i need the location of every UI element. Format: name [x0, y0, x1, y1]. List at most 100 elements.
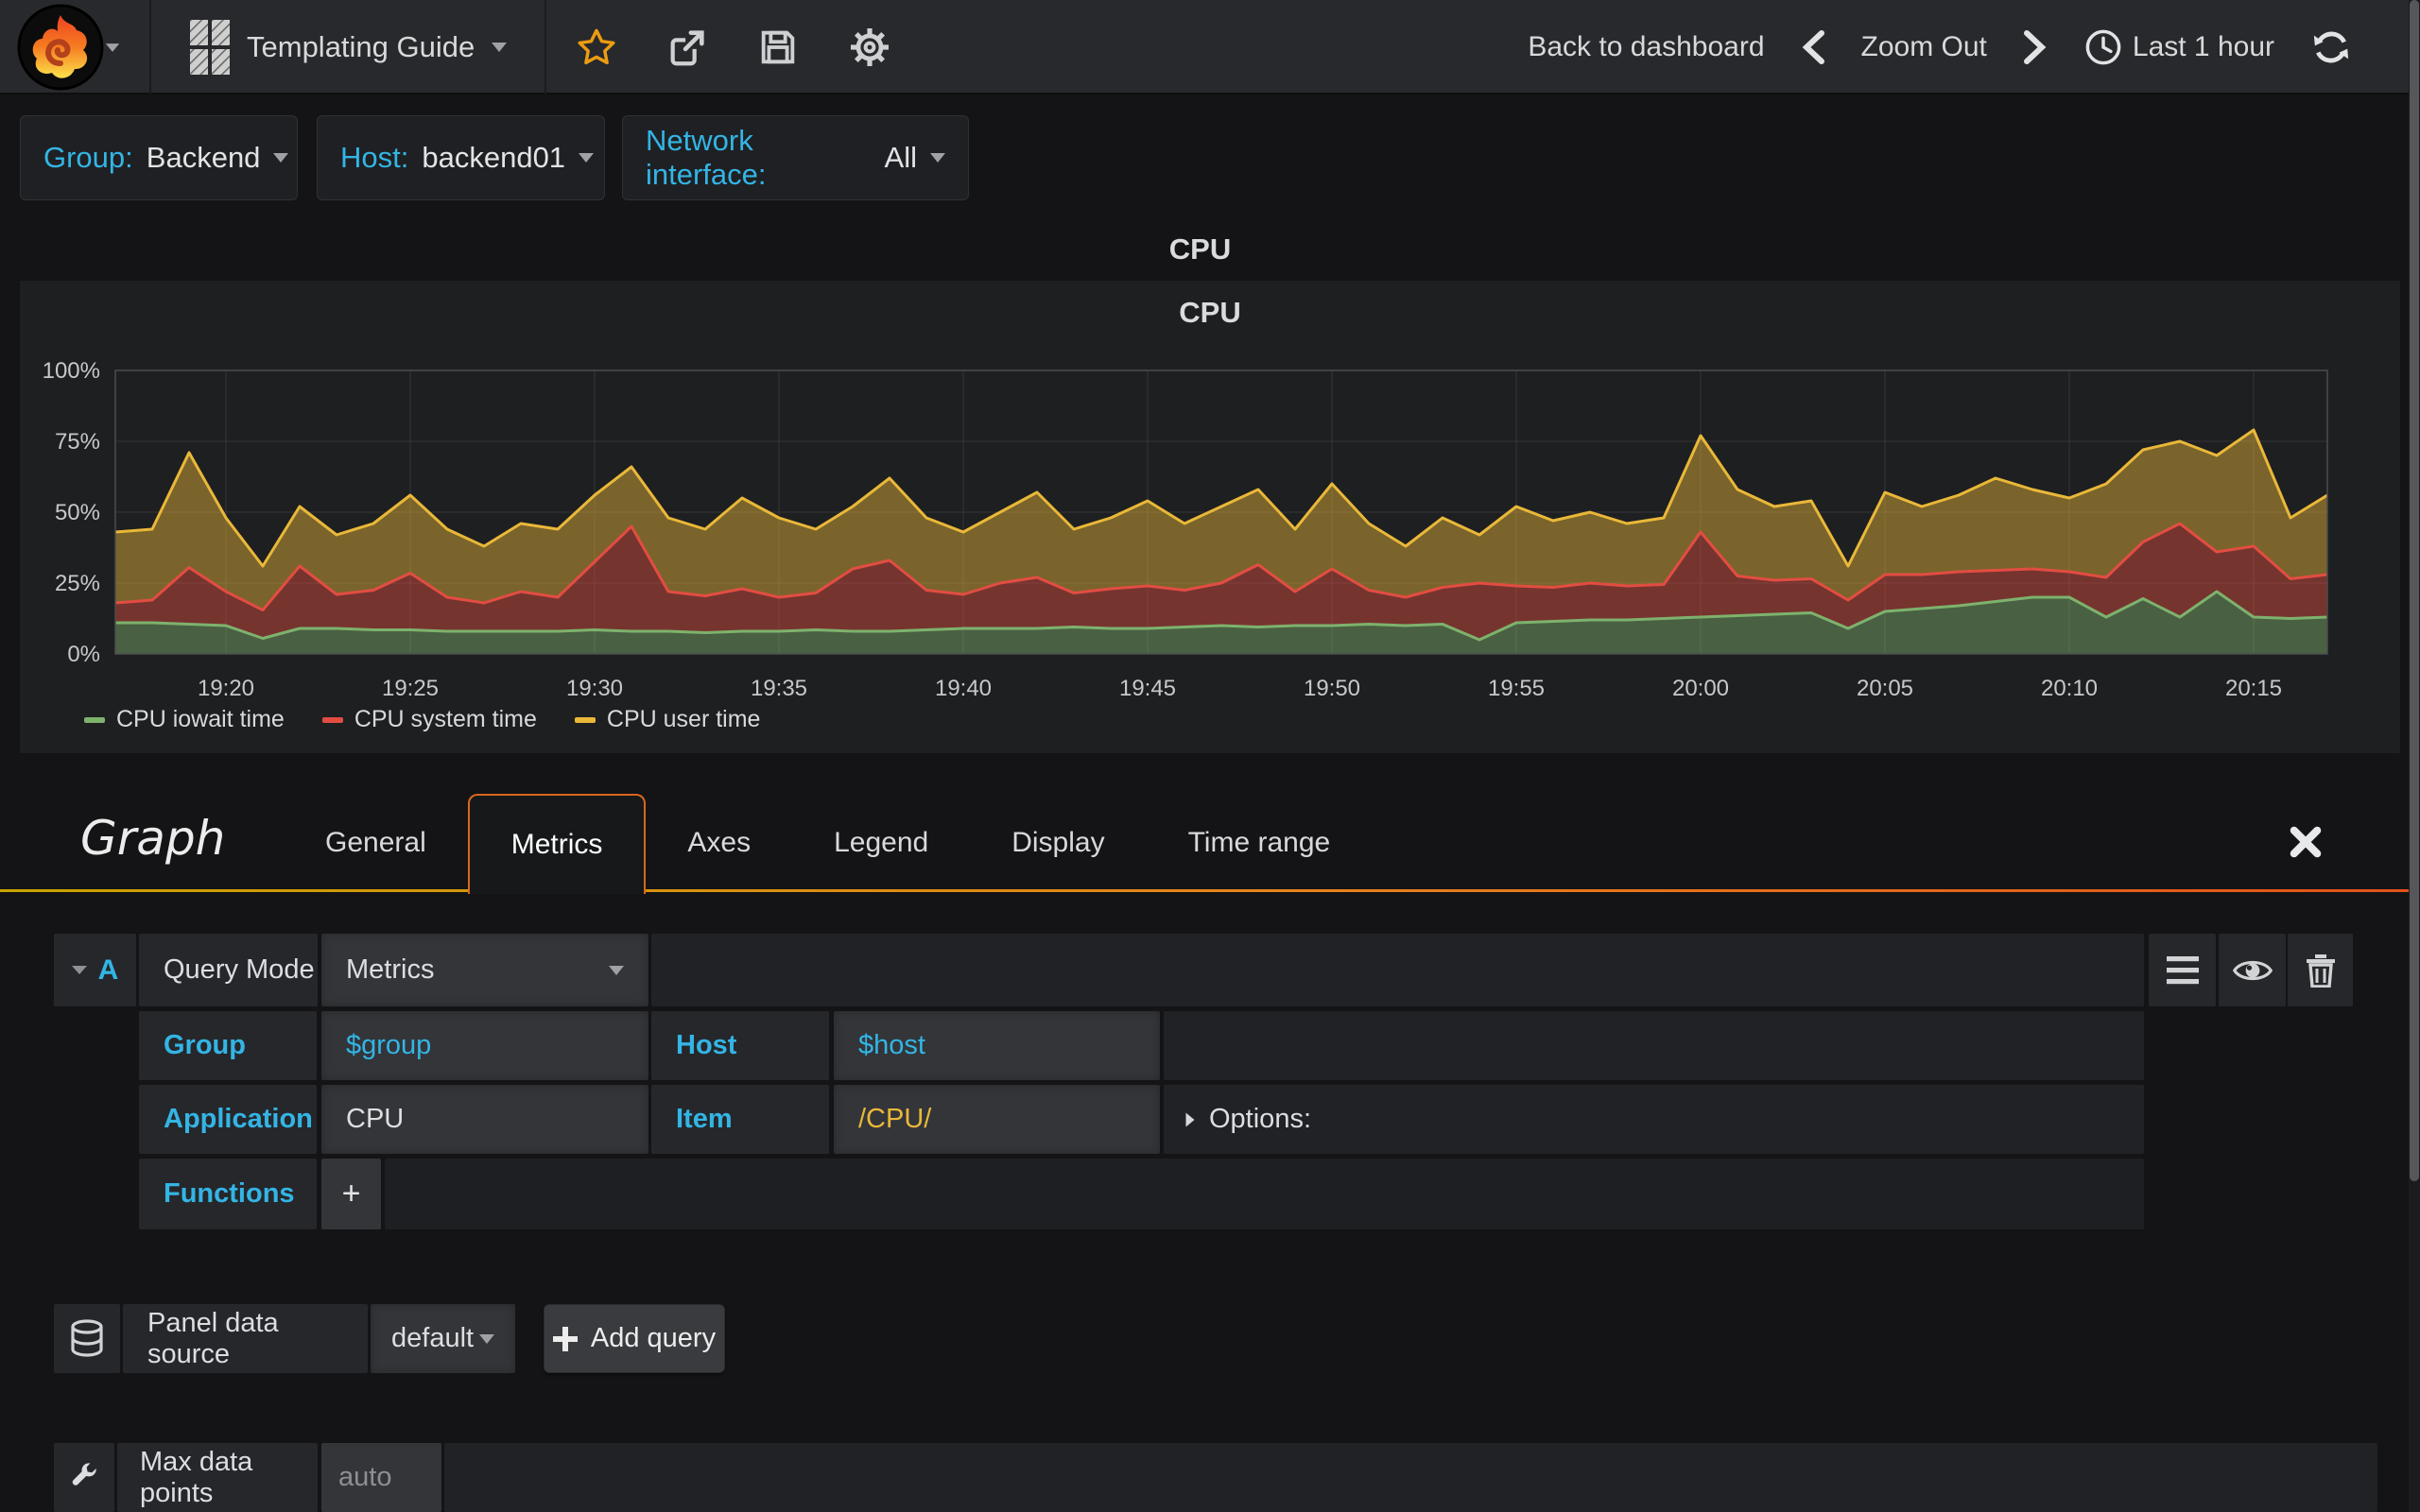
- item-label: Item: [676, 1104, 733, 1134]
- svg-text:19:35: 19:35: [751, 676, 807, 701]
- query-row-collapse[interactable]: A: [54, 934, 136, 1006]
- query-delete-button[interactable]: [2288, 934, 2353, 1006]
- row-filler: [1164, 1011, 2144, 1080]
- application-value: CPU: [346, 1104, 405, 1134]
- plus-icon: +: [341, 1176, 361, 1211]
- query-toggle-visibility-button[interactable]: [2219, 934, 2286, 1006]
- add-query-button[interactable]: Add query: [544, 1304, 725, 1373]
- application-value-input[interactable]: CPU: [321, 1085, 648, 1154]
- group-value-input[interactable]: $group: [321, 1011, 648, 1080]
- host-label-cell: Host: [651, 1011, 829, 1080]
- legend-item-system[interactable]: CPU system time: [321, 706, 537, 733]
- dashboard-title: Templating Guide: [247, 30, 475, 63]
- variable-dropdown-host[interactable]: Host: backend01: [317, 115, 605, 200]
- variable-value: All: [884, 141, 917, 174]
- tab-display[interactable]: Display: [970, 794, 1146, 892]
- legend-label: CPU user time: [606, 706, 761, 732]
- datasource-dropdown[interactable]: default: [371, 1304, 515, 1373]
- tab-time-range[interactable]: Time range: [1147, 794, 1373, 892]
- variable-label: Group:: [43, 141, 133, 174]
- item-value-input[interactable]: /CPU/: [834, 1085, 1160, 1154]
- tab-metrics[interactable]: Metrics: [467, 794, 647, 894]
- close-editor-icon[interactable]: [2286, 822, 2325, 862]
- query-letter: A: [97, 954, 119, 986]
- svg-text:20:10: 20:10: [2041, 676, 2098, 701]
- legend-item-user[interactable]: CPU user time: [574, 706, 761, 733]
- functions-label-cell: Functions: [139, 1159, 317, 1229]
- logo-dropdown-caret-icon[interactable]: [105, 43, 120, 52]
- dashboard-title-dropdown[interactable]: Templating Guide: [165, 0, 531, 94]
- time-picker-button[interactable]: Last 1 hour: [2083, 27, 2274, 67]
- svg-text:19:30: 19:30: [566, 676, 623, 701]
- time-shift-right-icon[interactable]: [2023, 29, 2048, 65]
- max-data-points-label: Max data points: [140, 1446, 253, 1508]
- grafana-dashboard-edit-view: Templating Guide Back to dashboard Zoom …: [0, 0, 2420, 1512]
- svg-text:19:20: 19:20: [198, 676, 254, 701]
- host-value-input[interactable]: $host: [834, 1011, 1160, 1080]
- svg-text:0%: 0%: [67, 642, 100, 667]
- query-menu-button[interactable]: [2149, 934, 2216, 1006]
- svg-text:19:55: 19:55: [1488, 676, 1545, 701]
- time-shift-left-icon[interactable]: [1801, 29, 1825, 65]
- tab-axes[interactable]: Axes: [646, 794, 792, 892]
- add-function-button[interactable]: +: [321, 1159, 381, 1229]
- tab-legend[interactable]: Legend: [792, 794, 970, 892]
- grafana-logo[interactable]: [17, 4, 159, 91]
- panel-options-icon-cell: [54, 1443, 114, 1512]
- legend-swatch-icon: [574, 716, 596, 723]
- panel-editor-header: Graph General Metrics Axes Legend Displa…: [0, 794, 2409, 894]
- panel-type-title: Graph: [80, 811, 226, 866]
- scrollbar-thumb[interactable]: [2410, 0, 2419, 1181]
- zoom-out-button[interactable]: Zoom Out: [1861, 31, 1987, 63]
- item-label-cell: Item: [651, 1085, 829, 1154]
- cpu-graph-panel: CPU 19:20 19:25 19:30 19:35 19:40 19:45 19:50 1…: [20, 281, 2400, 753]
- chevron-down-icon: [579, 153, 595, 163]
- options-expand-caret-icon: [1185, 1112, 1195, 1126]
- legend-label: CPU iowait time: [116, 706, 285, 732]
- time-range-label: Last 1 hour: [2132, 31, 2274, 62]
- share-icon[interactable]: [666, 26, 709, 69]
- svg-text:20:00: 20:00: [1672, 676, 1729, 701]
- page-scrollbar[interactable]: [2409, 0, 2420, 1512]
- chevron-down-icon: [609, 965, 624, 975]
- functions-label: Functions: [164, 1178, 295, 1209]
- chevron-down-icon: [479, 1333, 494, 1344]
- legend-item-iowait[interactable]: CPU iowait time: [84, 706, 285, 733]
- svg-text:19:40: 19:40: [935, 676, 992, 701]
- functions-row-filler: [385, 1159, 2144, 1229]
- datasource-icon-cell: [54, 1304, 120, 1373]
- datasource-label-cell: Panel data source: [123, 1304, 368, 1373]
- svg-text:19:45: 19:45: [1119, 676, 1176, 701]
- variable-dropdown-network-interface[interactable]: Network interface: All: [622, 115, 969, 200]
- settings-gear-icon[interactable]: [847, 25, 892, 70]
- query-mode-label: Query Mode: [164, 954, 315, 985]
- max-data-points-label-cell: Max data points: [117, 1443, 318, 1512]
- dashboard-row-title: CPU: [1168, 232, 1232, 266]
- svg-text:19:50: 19:50: [1304, 676, 1360, 701]
- options-toggle[interactable]: Options:: [1164, 1085, 2144, 1154]
- max-data-points-input[interactable]: [321, 1443, 441, 1512]
- back-to-dashboard-button[interactable]: Back to dashboard: [1528, 31, 1764, 63]
- query-row-filler: [651, 934, 2144, 1006]
- variable-dropdown-group[interactable]: Group: Backend: [20, 115, 298, 200]
- template-variables-bar: Group: Backend Host: backend01 Network i…: [0, 96, 2409, 208]
- svg-text:100%: 100%: [43, 359, 100, 384]
- query-mode-dropdown[interactable]: Metrics: [321, 934, 648, 1006]
- refresh-icon[interactable]: [2310, 26, 2352, 68]
- query-mode-value: Metrics: [346, 954, 435, 985]
- collapse-caret-icon: [71, 966, 87, 974]
- cpu-stacked-area-chart[interactable]: 19:20 19:25 19:30 19:35 19:40 19:45 19:50 19:55…: [40, 359, 2403, 711]
- plus-icon: [552, 1326, 578, 1351]
- svg-text:25%: 25%: [55, 571, 100, 596]
- hamburger-menu-icon: [2166, 955, 2199, 984]
- group-value: $group: [346, 1030, 432, 1060]
- panel-title[interactable]: CPU: [20, 296, 2400, 330]
- star-icon[interactable]: [575, 26, 618, 69]
- dashboard-title-caret-icon: [492, 43, 508, 52]
- host-value: $host: [858, 1030, 925, 1060]
- svg-text:75%: 75%: [55, 429, 100, 455]
- tab-general[interactable]: General: [284, 794, 468, 892]
- save-icon[interactable]: [756, 26, 800, 69]
- variable-value: Backend: [146, 141, 261, 174]
- add-query-label: Add query: [590, 1323, 717, 1353]
